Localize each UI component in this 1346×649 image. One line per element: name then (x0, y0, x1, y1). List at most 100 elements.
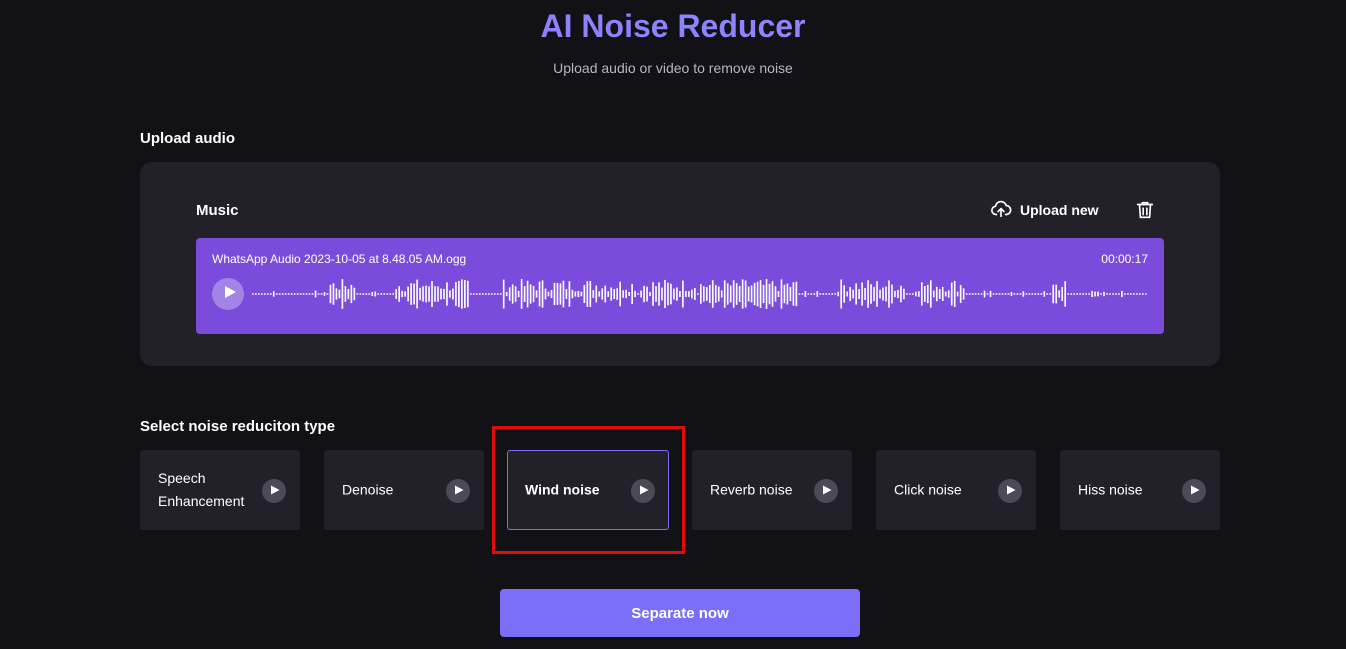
waveform-bar (583, 285, 586, 303)
waveform-bar (577, 290, 580, 298)
waveform-bar (604, 285, 607, 303)
waveform-bar (1067, 293, 1069, 295)
option-click-noise[interactable]: Click noise (876, 450, 1036, 530)
option-hiss-noise[interactable]: Hiss noise (1060, 450, 1220, 530)
waveform-bar (520, 279, 523, 309)
waveform-bar (688, 291, 690, 297)
preview-play-button[interactable] (814, 479, 838, 503)
waveform-bar (347, 288, 350, 300)
waveform-bar (293, 293, 296, 295)
audio-waveform[interactable] (252, 274, 1148, 314)
waveform-bar (1055, 284, 1058, 304)
page-title: AI Noise Reducer (0, 8, 1346, 45)
waveform-bar (640, 290, 642, 298)
waveform-bar (950, 282, 953, 306)
waveform-bar (1094, 291, 1096, 297)
waveform-bar (1019, 293, 1022, 295)
separate-now-button[interactable]: Separate now (500, 589, 860, 637)
option-wind-noise[interactable]: Wind noise (507, 450, 669, 530)
waveform-bar (1145, 293, 1147, 295)
waveform-bar (906, 293, 908, 295)
waveform-bar (269, 293, 272, 295)
waveform-bar (873, 286, 875, 302)
noise-type-section-label: Select noise reduciton type (140, 418, 336, 435)
card-title: Music (196, 202, 239, 219)
audio-play-button[interactable] (212, 278, 244, 310)
waveform-bar (915, 291, 917, 297)
waveform-bar (825, 293, 828, 295)
waveform-bar (553, 282, 556, 306)
waveform-bar (837, 291, 840, 297)
waveform-bar (263, 293, 266, 295)
waveform-bar (473, 293, 475, 295)
option-speech-enhancement[interactable]: Speech Enhancement (140, 450, 300, 530)
waveform-bar (783, 284, 786, 304)
option-denoise[interactable]: Denoise (324, 450, 484, 530)
waveform-bar (344, 286, 347, 302)
option-label: Hiss noise (1078, 481, 1143, 498)
preview-play-button[interactable] (446, 479, 470, 503)
waveform-bar (1001, 293, 1004, 295)
waveform-bar (932, 290, 935, 298)
waveform-bar (1118, 293, 1120, 295)
waveform-bar (505, 291, 508, 297)
waveform-bar (658, 282, 660, 306)
waveform-bar (598, 291, 601, 297)
waveform-bar (753, 282, 756, 306)
waveform-bar (1073, 293, 1075, 295)
waveform-bar (1025, 293, 1028, 295)
waveform-bar (652, 282, 654, 306)
option-reverb-noise[interactable]: Reverb noise (692, 450, 852, 530)
option-label: Wind noise (525, 481, 600, 498)
upload-new-button[interactable]: Upload new (990, 199, 1099, 221)
waveform-bar (338, 289, 341, 299)
waveform-bar (499, 293, 502, 295)
waveform-bar (607, 291, 610, 297)
waveform-bar (691, 289, 693, 299)
waveform-bar (601, 288, 604, 300)
waveform-bar (780, 279, 783, 309)
waveform-bar (903, 288, 905, 300)
waveform-bar (926, 284, 929, 304)
preview-play-button[interactable] (631, 479, 655, 503)
waveform-bar (290, 293, 293, 295)
preview-play-button[interactable] (262, 479, 286, 503)
waveform-bar (464, 279, 466, 309)
waveform-bar (1115, 293, 1117, 295)
waveform-bar (371, 292, 374, 296)
waveform-bar (992, 293, 995, 295)
waveform-bar (804, 291, 807, 297)
waveform-bar (864, 288, 866, 300)
waveform-bar (1013, 293, 1016, 295)
waveform-bar (670, 283, 672, 305)
waveform-bar (765, 279, 768, 309)
audio-duration: 00:00:17 (1101, 252, 1148, 266)
waveform-bar (894, 290, 896, 298)
waveform-bar (559, 283, 562, 305)
waveform-bar (846, 291, 848, 297)
waveform-bar (941, 286, 944, 302)
waveform-bar (828, 293, 831, 295)
waveform-bar (858, 288, 860, 300)
waveform-bar (631, 283, 633, 305)
waveform-bar (882, 287, 884, 301)
waveform-bar (413, 283, 415, 305)
waveform-bar (1022, 291, 1025, 297)
waveform-bar (374, 291, 377, 297)
waveform-bar (395, 289, 397, 299)
waveform-bar (317, 293, 320, 295)
preview-play-button[interactable] (998, 479, 1022, 503)
audio-player: WhatsApp Audio 2023-10-05 at 8.48.05 AM.… (196, 238, 1164, 334)
waveform-bar (1130, 293, 1132, 295)
waveform-bar (335, 288, 338, 300)
waveform-bar (580, 291, 583, 297)
preview-play-button[interactable] (1182, 479, 1206, 503)
waveform-bar (332, 283, 335, 305)
waveform-bar (523, 286, 526, 302)
delete-button[interactable] (1134, 199, 1156, 221)
waveform-bar (637, 293, 639, 295)
waveform-bar (610, 287, 613, 301)
waveform-bar (434, 286, 436, 302)
waveform-bar (452, 288, 454, 300)
waveform-bar (900, 285, 902, 303)
